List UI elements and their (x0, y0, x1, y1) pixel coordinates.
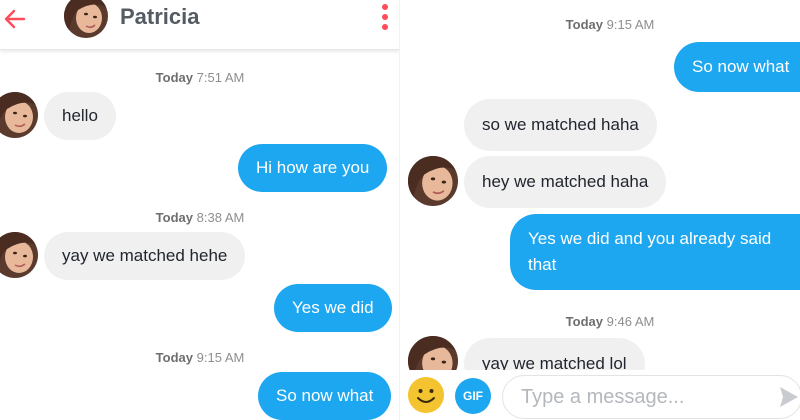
smiley-icon[interactable] (408, 377, 444, 413)
message-timestamp: Today 9:15 AM (155, 350, 245, 365)
received-message[interactable]: yay we matched hehe (44, 232, 246, 280)
received-message[interactable]: so we matched haha (464, 99, 657, 151)
contact-avatar[interactable] (0, 232, 38, 278)
sent-message[interactable]: Yes we did (274, 284, 392, 332)
message-timestamp: Today 9:46 AM (565, 314, 655, 329)
sent-message[interactable]: Yes we did and you already said that (510, 214, 800, 290)
contact-avatar[interactable] (64, 0, 108, 38)
message-timestamp: Today 7:51 AM (155, 70, 245, 85)
arrow-left-icon[interactable] (2, 6, 28, 32)
message-timestamp: Today 8:38 AM (155, 210, 245, 225)
left-chat-screen: Patricia Today 7:51 AM hello Hi how are … (0, 0, 400, 420)
right-chat-screen: Today 9:15 AM So now what so we matched … (400, 0, 800, 420)
sent-message[interactable]: Hi how are you (238, 144, 388, 192)
sent-message[interactable]: So now what (674, 42, 800, 92)
composer-bar: GIF (400, 370, 800, 420)
contact-avatar[interactable] (0, 92, 38, 138)
received-message[interactable]: hey we matched haha (464, 156, 667, 208)
message-timestamp: Today 9:15 AM (565, 17, 655, 32)
received-message[interactable]: hello (44, 92, 116, 140)
send-icon[interactable] (778, 384, 800, 410)
message-input[interactable] (502, 375, 800, 419)
sent-message[interactable]: So now what (258, 372, 392, 420)
contact-avatar[interactable] (408, 156, 458, 206)
gif-button[interactable]: GIF (455, 378, 491, 414)
more-vertical-icon[interactable] (378, 2, 392, 32)
chat-header: Patricia (0, 0, 400, 50)
contact-name[interactable]: Patricia (120, 4, 200, 30)
